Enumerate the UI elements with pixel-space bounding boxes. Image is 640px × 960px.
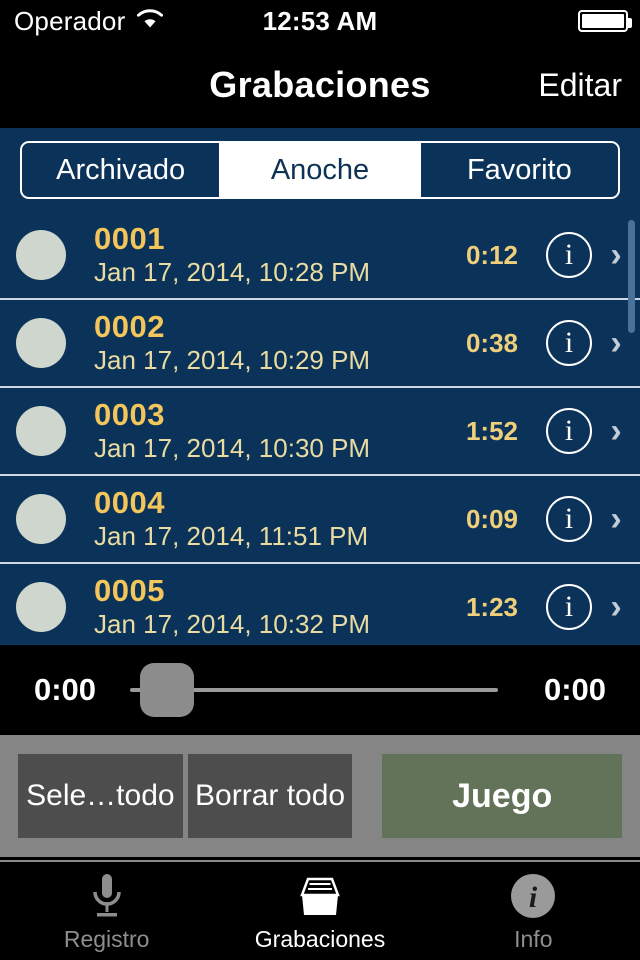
chevron-right-icon[interactable]: › [592, 500, 640, 539]
slider-thumb[interactable] [140, 663, 194, 717]
recording-name: 0003 [94, 396, 165, 432]
table-row[interactable]: 0002 Jan 17, 2014, 10:29 PM 0:38 i › [0, 300, 640, 388]
row-text-group: 0004 Jan 17, 2014, 11:51 PM [94, 484, 444, 553]
recording-date: Jan 17, 2014, 10:32 PM [94, 609, 371, 640]
table-row[interactable]: 0001 Jan 17, 2014, 10:28 PM 0:12 i › [0, 212, 640, 300]
table-row[interactable]: 0005 Jan 17, 2014, 10:32 PM 1:23 i › [0, 564, 640, 645]
avatar [16, 230, 66, 280]
info-circle-icon[interactable]: i [546, 232, 592, 278]
info-circle-icon[interactable]: i [546, 496, 592, 542]
delete-all-button[interactable]: Borrar todo [187, 754, 353, 838]
avatar [16, 582, 66, 632]
avatar [16, 494, 66, 544]
info-circle-icon[interactable]: i [546, 408, 592, 454]
segmented-control-container: Archivado Anoche Favorito [0, 128, 640, 212]
tab-bar: Registro Grabaciones i Info [0, 860, 640, 960]
status-bar: Operador 12:53 AM [0, 0, 640, 42]
svg-text:i: i [529, 881, 538, 914]
avatar [16, 406, 66, 456]
chevron-right-icon[interactable]: › [592, 588, 640, 627]
avatar [16, 318, 66, 368]
row-text-group: 0005 Jan 17, 2014, 10:32 PM [94, 572, 444, 641]
table-row[interactable]: 0003 Jan 17, 2014, 10:30 PM 1:52 i › [0, 388, 640, 476]
tab-anoche[interactable]: Anoche [221, 143, 421, 197]
info-circle-filled-icon: i [508, 869, 558, 921]
row-text-group: 0001 Jan 17, 2014, 10:28 PM [94, 220, 444, 289]
recording-duration: 0:12 [465, 239, 519, 270]
app-screen: Operador 12:53 AM Grabaciones Editar Arc… [0, 0, 640, 960]
battery-icon [578, 10, 632, 32]
action-button-tray: Sele…todo Borrar todo Juego [0, 735, 640, 857]
tab-registro[interactable]: Registro [0, 862, 213, 960]
playback-slider[interactable] [130, 663, 510, 717]
tab-grabaciones[interactable]: Grabaciones [213, 862, 426, 960]
tab-label: Grabaciones [254, 926, 386, 952]
segmented-control[interactable]: Archivado Anoche Favorito [20, 141, 620, 199]
info-circle-icon[interactable]: i [546, 320, 592, 366]
inbox-tray-icon [294, 869, 346, 921]
recording-name: 0001 [94, 220, 165, 256]
status-bar-right [578, 0, 632, 42]
microphone-icon [85, 869, 129, 921]
recording-name: 0004 [94, 484, 165, 520]
recording-duration: 1:52 [465, 415, 519, 446]
recording-date: Jan 17, 2014, 11:51 PM [94, 521, 369, 552]
select-all-button[interactable]: Sele…todo [18, 754, 183, 838]
tab-label: Info [514, 926, 553, 952]
recordings-list[interactable]: 0001 Jan 17, 2014, 10:28 PM 0:12 i › 000… [0, 212, 640, 645]
recording-date: Jan 17, 2014, 10:28 PM [94, 257, 371, 288]
tab-info[interactable]: i Info [427, 862, 640, 960]
edit-button[interactable]: Editar [538, 42, 622, 128]
status-bar-clock: 12:53 AM [262, 5, 378, 36]
recording-duration: 0:09 [465, 503, 519, 534]
navigation-bar: Grabaciones Editar [0, 42, 640, 128]
scrollbar[interactable] [628, 220, 635, 333]
chevron-right-icon[interactable]: › [592, 412, 640, 451]
recording-duration: 0:38 [465, 327, 519, 358]
row-text-group: 0003 Jan 17, 2014, 10:30 PM [94, 396, 444, 465]
tab-favorito[interactable]: Favorito [421, 143, 618, 197]
recording-name: 0005 [94, 572, 165, 608]
tab-label: Registro [63, 926, 150, 952]
recording-date: Jan 17, 2014, 10:29 PM [94, 345, 371, 376]
recording-duration: 1:23 [465, 591, 519, 622]
row-text-group: 0002 Jan 17, 2014, 10:29 PM [94, 308, 444, 377]
table-row[interactable]: 0004 Jan 17, 2014, 11:51 PM 0:09 i › [0, 476, 640, 564]
recording-name: 0002 [94, 308, 165, 344]
info-circle-icon[interactable]: i [546, 584, 592, 630]
play-button[interactable]: Juego [382, 754, 622, 838]
player-bar: 0:00 0:00 [0, 645, 640, 735]
elapsed-time: 0:00 [33, 672, 97, 707]
tab-archivado[interactable]: Archivado [22, 143, 222, 197]
recording-date: Jan 17, 2014, 10:30 PM [94, 433, 371, 464]
remaining-time: 0:00 [543, 672, 607, 707]
